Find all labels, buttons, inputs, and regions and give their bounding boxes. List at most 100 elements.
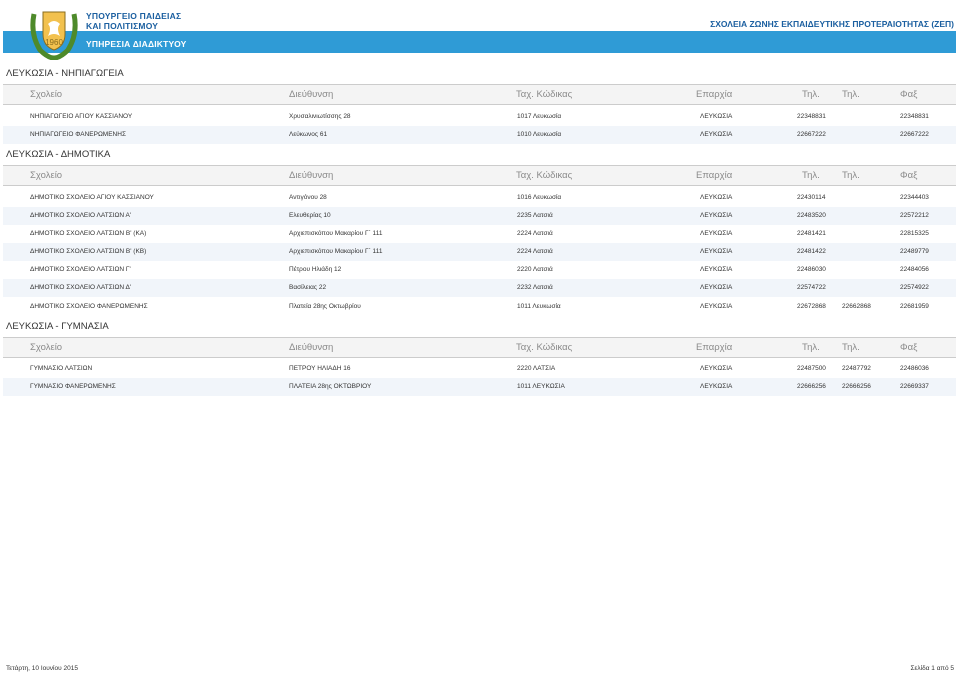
cell-school: ΓΥΜΝΑΣΙΟ ΛΑΤΣΙΩΝ [30,365,93,372]
cell-phone-1: 22666256 [797,383,826,390]
cell-fax: 22344403 [900,194,929,201]
cell-district: ΛΕΥΚΩΣΙΑ [700,248,733,255]
cell-district: ΛΕΥΚΩΣΙΑ [700,194,733,201]
cell-phone-2: 22487792 [842,365,871,372]
col-phone-1: Τηλ. [802,170,820,181]
cell-address: Αντιγόνου 28 [289,194,327,201]
section-title: ΛΕΥΚΩΣΙΑ - ΓΥΜΝΑΣΙΑ [6,321,109,332]
col-phone-2: Τηλ. [842,89,860,100]
cell-district: ΛΕΥΚΩΣΙΑ [700,383,733,390]
cell-address: Χρυσαλινιωτίσσης 28 [289,113,351,120]
section-title: ΛΕΥΚΩΣΙΑ - ΝΗΠΙΑΓΩΓΕΙΑ [6,68,124,79]
cell-phone-1: 22486030 [797,266,826,273]
cell-school: ΔΗΜΟΤΙΚΟ ΣΧΟΛΕΙΟ ΛΑΤΣΙΩΝ Γ' [30,266,131,273]
cell-fax: 22484056 [900,266,929,273]
cell-school: ΔΗΜΟΤΙΚΟ ΣΧΟΛΕΙΟ ΑΓΙΟΥ ΚΑΣΣΙΑΝΟΥ [30,194,154,201]
cell-phone-1: 22483520 [797,212,826,219]
section-title: ΛΕΥΚΩΣΙΑ - ΔΗΜΟΤΙΚΑ [6,149,111,160]
cell-address: Αρχιεπισκόπου Μακαρίου Γ΄ 111 [289,230,383,237]
table-row: ΝΗΠΙΑΓΩΓΕΙΟ ΦΑΝΕΡΩΜΕΝΗΣ Λεύκωνος 61 1010… [3,126,956,144]
footer-page-number: Σελίδα 1 από 5 [910,665,955,672]
ministry-line-1: ΥΠΟΥΡΓΕΙΟ ΠΑΙΔΕΙΑΣ [86,11,182,21]
cell-fax: 22815325 [900,230,929,237]
cell-postcode: 1011 ΛΕΥΚΩΣΙΑ [517,383,565,390]
col-phone-2: Τηλ. [842,170,860,181]
col-postcode: Ταχ. Κώδικας [516,342,573,353]
col-school: Σχολείο [30,89,63,100]
table-header: Σχολείο Διεύθυνση Ταχ. Κώδικας Επαρχία Τ… [3,84,956,105]
cell-postcode: 1011 Λευκωσία [517,303,561,310]
document-title: ΣΧΟΛΕΙΑ ΖΩΝΗΣ ΕΚΠΑΙΔΕΥΤΙΚΗΣ ΠΡΟΤΕΡΑΙΟΤΗΤ… [710,19,954,29]
cell-phone-1: 22481421 [797,230,826,237]
col-phone-2: Τηλ. [842,342,860,353]
cell-address: Λεύκωνος 61 [289,131,328,138]
cell-postcode: 1010 Λευκωσία [517,131,562,138]
col-fax: Φαξ [900,89,918,100]
cell-district: ΛΕΥΚΩΣΙΑ [700,303,733,310]
table-row: ΓΥΜΝΑΣΙΟ ΛΑΤΣΙΩΝ ΠΕΤΡΟΥ ΗΛΙΑΔΗ 16 2220 Λ… [3,360,956,378]
cell-school: ΝΗΠΙΑΓΩΓΕΙΟ ΑΓΙΟΥ ΚΑΣΣΙΑΝΟΥ [30,113,133,120]
table-row: ΝΗΠΙΑΓΩΓΕΙΟ ΑΓΙΟΥ ΚΑΣΣΙΑΝΟΥ Χρυσαλινιωτί… [3,108,956,126]
col-phone-1: Τηλ. [802,342,820,353]
cell-address: Ελευθερίας 10 [289,212,331,219]
col-address: Διεύθυνση [289,170,334,181]
cell-school: ΔΗΜΟΤΙΚΟ ΣΧΟΛΕΙΟ ΛΑΤΣΙΩΝ Β' (ΚΑ) [30,230,147,237]
col-phone-1: Τηλ. [802,89,820,100]
ministry-line-2: ΚΑΙ ΠΟΛΙΤΙΣΜΟΥ [86,21,159,31]
cyprus-coat-of-arms-icon: 1960 [30,11,78,60]
table-row: ΔΗΜΟΤΙΚΟ ΣΧΟΛΕΙΟ ΛΑΤΣΙΩΝ Α' Ελευθερίας 1… [3,207,956,225]
cell-fax: 22348831 [900,113,929,120]
cell-school: ΓΥΜΝΑΣΙΟ ΦΑΝΕΡΩΜΕΝΗΣ [30,383,116,390]
cell-phone-1: 22672868 [797,303,826,310]
footer-date: Τετάρτη, 10 Ιουνίου 2015 [6,665,78,672]
col-address: Διεύθυνση [289,89,334,100]
cell-phone-2: 22666256 [842,383,871,390]
table-row: ΔΗΜΟΤΙΚΟ ΣΧΟΛΕΙΟ ΦΑΝΕΡΩΜΕΝΗΣ Πλατεία 28η… [3,298,956,316]
cell-phone-1: 22487500 [797,365,826,372]
cell-postcode: 1017 Λευκωσία [517,113,562,120]
ministry-name: ΥΠΟΥΡΓΕΙΟ ΠΑΙΔΕΙΑΣ ΚΑΙ ΠΟΛΙΤΙΣΜΟΥ ΥΠΗΡΕΣ… [86,11,187,49]
cell-fax: 22667222 [900,131,929,138]
table-row: ΔΗΜΟΤΙΚΟ ΣΧΟΛΕΙΟ ΛΑΤΣΙΩΝ Β' (ΚΒ) Αρχιεπι… [3,243,956,261]
cell-school: ΔΗΜΟΤΙΚΟ ΣΧΟΛΕΙΟ ΛΑΤΣΙΩΝ Α' [30,212,132,219]
table-row: ΔΗΜΟΤΙΚΟ ΣΧΟΛΕΙΟ ΛΑΤΣΙΩΝ Β' (ΚΑ) Αρχιεπι… [3,225,956,243]
cell-school: ΔΗΜΟΤΙΚΟ ΣΧΟΛΕΙΟ ΦΑΝΕΡΩΜΕΝΗΣ [30,303,148,310]
cell-phone-1: 22574722 [797,284,826,291]
cell-fax: 22572212 [900,212,929,219]
cell-district: ΛΕΥΚΩΣΙΑ [700,113,733,120]
cell-fax: 22486036 [900,365,929,372]
cell-district: ΛΕΥΚΩΣΙΑ [700,284,733,291]
table-row: ΔΗΜΟΤΙΚΟ ΣΧΟΛΕΙΟ ΑΓΙΟΥ ΚΑΣΣΙΑΝΟΥ Αντιγόν… [3,189,956,207]
cell-district: ΛΕΥΚΩΣΙΑ [700,131,733,138]
cell-district: ΛΕΥΚΩΣΙΑ [700,212,733,219]
cell-address: Πέτρου Ηλιάδη 12 [289,266,342,273]
cell-fax: 22574922 [900,284,929,291]
table-row: ΔΗΜΟΤΙΚΟ ΣΧΟΛΕΙΟ ΛΑΤΣΙΩΝ Γ' Πέτρου Ηλιάδ… [3,261,956,279]
ministry-line-3: ΥΠΗΡΕΣΙΑ ΔΙΑΔΙΚΤΥΟΥ [86,39,187,49]
cell-district: ΛΕΥΚΩΣΙΑ [700,230,733,237]
table-row: ΓΥΜΝΑΣΙΟ ΦΑΝΕΡΩΜΕΝΗΣ ΠΛΑΤΕΙΑ 28ης ΟΚΤΩΒΡ… [3,378,956,396]
col-district: Επαρχία [696,170,733,181]
col-fax: Φαξ [900,170,918,181]
table-row: ΔΗΜΟΤΙΚΟ ΣΧΟΛΕΙΟ ΛΑΤΣΙΩΝ Δ' Βασίλειας 22… [3,279,956,297]
cell-phone-1: 22430114 [797,194,826,201]
table-header: Σχολείο Διεύθυνση Ταχ. Κώδικας Επαρχία Τ… [3,165,956,186]
col-school: Σχολείο [30,342,63,353]
cell-address: ΠΕΤΡΟΥ ΗΛΙΑΔΗ 16 [289,365,351,372]
cell-postcode: 2224 Λατσιά [517,230,553,237]
cell-phone-1: 22667222 [797,131,826,138]
cell-address: Αρχιεπισκόπου Μακαρίου Γ΄ 111 [289,248,383,255]
col-postcode: Ταχ. Κώδικας [516,170,573,181]
svg-text:1960: 1960 [45,38,63,47]
cell-phone-2: 22662868 [842,303,871,310]
cell-postcode: 2220 Λατσιά [517,266,553,273]
cell-postcode: 1016 Λευκωσία [517,194,562,201]
col-school: Σχολείο [30,170,63,181]
cell-address: Βασίλειας 22 [289,284,327,291]
col-fax: Φαξ [900,342,918,353]
cell-district: ΛΕΥΚΩΣΙΑ [700,266,733,273]
cell-postcode: 2235 Λατσιά [517,212,553,219]
cell-postcode: 2220 ΛΑΤΣΙΑ [517,365,556,372]
cell-fax: 22489779 [900,248,929,255]
cell-address: Πλατεία 28ης Οκτωβρίου [289,303,361,310]
